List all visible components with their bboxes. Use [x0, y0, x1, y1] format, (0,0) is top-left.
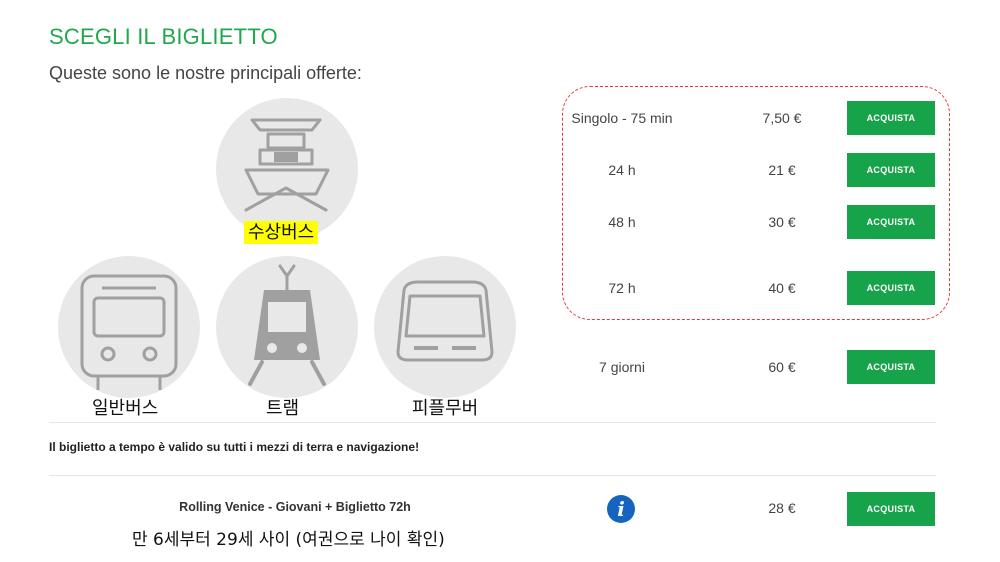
validity-note: Il biglietto a tempo è valido su tutti i…: [49, 440, 420, 454]
svg-text:i: i: [617, 497, 625, 521]
buy-button[interactable]: ACQUISTA: [847, 271, 935, 305]
buy-button[interactable]: ACQUISTA: [847, 350, 935, 384]
bus-circle: [58, 256, 200, 398]
page-title: SCEGLI IL BIGLIETTO: [49, 24, 278, 49]
ticket-name: 72 h: [608, 280, 636, 296]
buy-button[interactable]: ACQUISTA: [847, 153, 935, 187]
ticket-name: 24 h: [608, 162, 636, 178]
waterbus-label: 수상버스: [244, 218, 319, 244]
ticket-price: 30 €: [768, 214, 796, 230]
bus-label: 일반버스: [92, 398, 159, 419]
bus-icon: [80, 274, 178, 390]
ticket-name: 48 h: [608, 214, 636, 230]
page-subtitle: Queste sono le nostre principali offerte…: [49, 63, 362, 83]
ticket-price: 21 €: [768, 162, 796, 178]
age-range-note: 만 6세부터 29세 사이 (여권으로 나이 확인): [132, 530, 445, 550]
tram-label: 트램: [266, 398, 300, 419]
people-mover-label: 피플무버: [412, 398, 479, 419]
tram-icon: [248, 264, 326, 386]
buy-button[interactable]: ACQUISTA: [847, 101, 935, 135]
ticket-price: 7,50 €: [762, 110, 802, 126]
divider: [49, 422, 936, 423]
rolling-price: 28 €: [768, 500, 796, 516]
people-mover-icon: [396, 280, 494, 362]
info-icon[interactable]: i: [606, 494, 636, 524]
buy-button[interactable]: ACQUISTA: [847, 205, 935, 239]
ticket-price: 60 €: [768, 359, 796, 375]
ticket-price: 40 €: [768, 280, 796, 296]
ticket-name: Singolo - 75 min: [571, 110, 673, 126]
rolling-venice-title: Rolling Venice - Giovani + Biglietto 72h: [179, 500, 411, 514]
people-mover-circle: [374, 256, 516, 398]
divider: [49, 475, 936, 476]
buy-button[interactable]: ACQUISTA: [847, 492, 935, 526]
ticket-name: 7 giorni: [599, 359, 645, 375]
tram-circle: [216, 256, 358, 398]
